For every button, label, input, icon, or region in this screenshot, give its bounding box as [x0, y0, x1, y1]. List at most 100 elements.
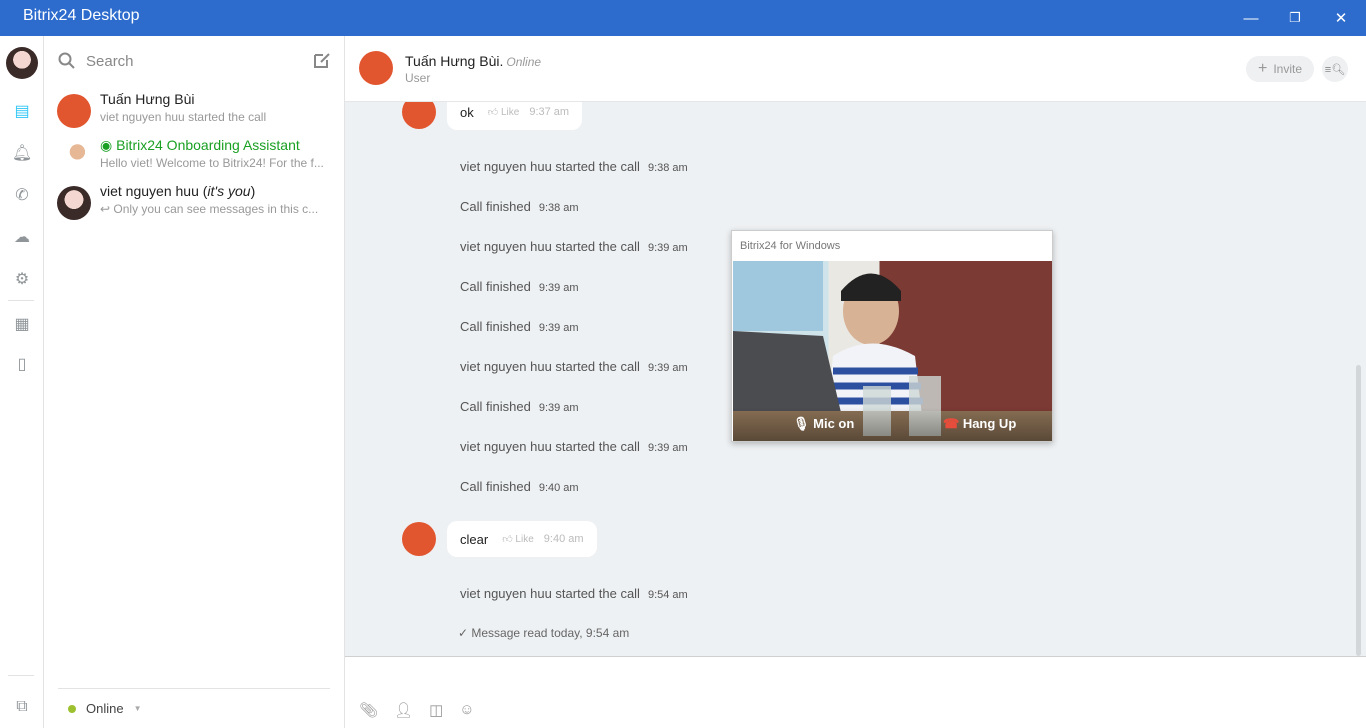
nav-rail: ▤ 🔔︎ ✆ ☁ ⚙ ▦ ▯ ⧉ [0, 36, 44, 728]
app-title: Bitrix24 Desktop [23, 7, 140, 24]
read-receipt: ✓ Message read today, 9:54 am [458, 626, 629, 640]
recent-name: ◉ Bitrix24 Onboarding Assistant [100, 137, 300, 154]
contact-name: Tuấn Hưng Bùi. [405, 53, 504, 69]
call-window[interactable]: Bitrix24 for Windows 🎙︎ Mic on ☎ Hang Up [731, 230, 1053, 442]
message-text: viet nguyen huu started the call [460, 586, 640, 601]
cloud-clock-icon[interactable]: ☁ [12, 227, 32, 247]
message-text: viet nguyen huu started the call [460, 239, 640, 254]
recent-last-text: Only you can see messages in this c... [113, 202, 319, 216]
message-input[interactable]: 📎︎ 👤︎ ◫ ☺ [345, 656, 1366, 728]
message-text: Call finished [460, 279, 531, 294]
system-message: Call finished 9:38 am [460, 199, 579, 214]
divider [8, 300, 34, 301]
user-avatar [57, 186, 91, 220]
paperclip-icon[interactable]: 📎︎ [359, 701, 378, 719]
message-text: Call finished [460, 479, 531, 494]
user-avatar[interactable] [359, 51, 393, 85]
search-icon [58, 52, 75, 69]
recent-last-message: ↩ Only you can see messages in this c... [100, 202, 330, 216]
recent-item[interactable]: ◉ Bitrix24 Onboarding Assistant Hello vi… [44, 136, 344, 182]
chat-header: Tuấn Hưng Bùi. Online User + Invite ≡🔍︎ [345, 36, 1366, 102]
reply-icon: ↩ [100, 202, 114, 216]
scrollbar-thumb[interactable] [1356, 365, 1361, 656]
like-button[interactable]: 👍︎ Like [502, 533, 534, 545]
mic-button[interactable]: 🎙︎ Mic on [793, 416, 854, 432]
system-message: Call finished 9:39 am [460, 319, 579, 334]
invite-label: Invite [1273, 62, 1303, 76]
message-time: 9:40 am [538, 482, 579, 494]
message-time: 9:39 am [647, 442, 688, 454]
video-feed: 🎙︎ Mic on ☎ Hang Up [733, 261, 1052, 441]
invite-button[interactable]: + Invite [1246, 56, 1314, 82]
message-time: 9:39 am [538, 282, 579, 294]
call-window-title: Bitrix24 for Windows [740, 240, 841, 252]
message-time: 9:38 am [538, 202, 579, 214]
user-avatar [402, 522, 436, 556]
call-controls: 🎙︎ Mic on ☎ Hang Up [733, 407, 1052, 441]
recent-name: viet nguyen huu (it's you) [100, 183, 256, 199]
recent-item[interactable]: viet nguyen huu (it's you) ↩ Only you ca… [44, 182, 344, 228]
message-time: 9:38 am [647, 162, 688, 174]
message-text: viet nguyen huu started the call [460, 159, 640, 174]
divider [8, 675, 34, 676]
like-button[interactable]: 👍︎ Like [488, 106, 520, 118]
chevron-down-icon: ▼ [133, 704, 142, 713]
search-history-button[interactable]: ≡🔍︎ [1322, 56, 1348, 82]
system-message: viet nguyen huu started the call 9:38 am [460, 159, 688, 174]
recent-item[interactable]: Tuấn Hưng Bùi viet nguyen huu started th… [44, 90, 344, 136]
contact-icon[interactable]: 👤︎ [394, 701, 413, 719]
check-icon: ✓ [458, 626, 472, 640]
restore-button[interactable]: ❐ [1272, 0, 1318, 36]
mic-icon: 🎙︎ [793, 416, 814, 431]
message-time: 9:37 am [529, 106, 570, 118]
mic-label: Mic on [813, 416, 855, 431]
contact-role: User [405, 71, 431, 85]
compose-icon[interactable] [313, 51, 331, 69]
system-message: Call finished 9:39 am [460, 399, 579, 414]
message-time: 9:54 am [647, 589, 688, 601]
like-label: Like [515, 534, 534, 545]
message-time: 9:39 am [647, 362, 688, 374]
phone-icon[interactable]: ✆ [12, 185, 32, 205]
search-input[interactable]: Search [58, 50, 134, 72]
door-icon[interactable]: ▯ [12, 354, 32, 374]
close-button[interactable]: ✕ [1318, 0, 1364, 36]
message-text: Call finished [460, 399, 531, 414]
chat-icon[interactable]: ▤ [12, 101, 32, 121]
message-text: clear [460, 531, 489, 547]
bell-icon[interactable]: 🔔︎ [12, 143, 32, 163]
title-bar: Bitrix24 Desktop — ❐ ✕ [0, 0, 1366, 36]
emoji-icon[interactable]: ☺ [459, 701, 474, 719]
command-icon[interactable]: ◫ [429, 701, 443, 719]
search-list-icon: ≡🔍︎ [1324, 63, 1346, 76]
recent-sidebar: Search Tuấn Hưng Bùi viet nguyen huu sta… [44, 36, 345, 728]
status-label: Online [86, 701, 124, 716]
message-text: Call finished [460, 199, 531, 214]
message-time: 9:40 am [543, 533, 584, 545]
status-selector[interactable]: Online ▼ [58, 688, 330, 728]
message-text: Call finished [460, 319, 531, 334]
bot-icon: ◉ [100, 137, 117, 153]
input-toolbar: 📎︎ 👤︎ ◫ ☺ [359, 701, 475, 719]
recent-name-text: viet nguyen huu [100, 183, 199, 199]
hang-up-button[interactable]: ☎ Hang Up [943, 416, 1016, 432]
online-dot [68, 704, 76, 713]
gear-icon[interactable]: ⚙ [12, 269, 32, 289]
recent-last-message: viet nguyen huu started the call [100, 110, 267, 124]
scrollbar[interactable] [1356, 102, 1361, 656]
system-message: viet nguyen huu started the call 9:39 am [460, 239, 688, 254]
message-time: 9:39 am [538, 322, 579, 334]
minimize-button[interactable]: — [1228, 0, 1274, 36]
tasks-icon[interactable]: ▦ [12, 314, 32, 334]
message-bubble: ok 👍︎ Like 9:37 am [447, 102, 583, 130]
windows-icon[interactable]: ⧉ [12, 697, 32, 717]
chat-title[interactable]: Tuấn Hưng Bùi. Online [405, 53, 541, 69]
message-text: viet nguyen huu started the call [460, 359, 640, 374]
its-you-label: it's you [207, 183, 251, 199]
hang-up-label: Hang Up [962, 416, 1017, 431]
my-avatar[interactable] [6, 47, 38, 79]
system-message: viet nguyen huu started the call 9:54 am [460, 586, 688, 601]
recent-last-message: Hello viet! Welcome to Bitrix24! For the… [100, 156, 324, 170]
hang-up-icon: ☎ [943, 416, 963, 431]
read-receipt-text: Message read today, 9:54 am [471, 626, 630, 640]
